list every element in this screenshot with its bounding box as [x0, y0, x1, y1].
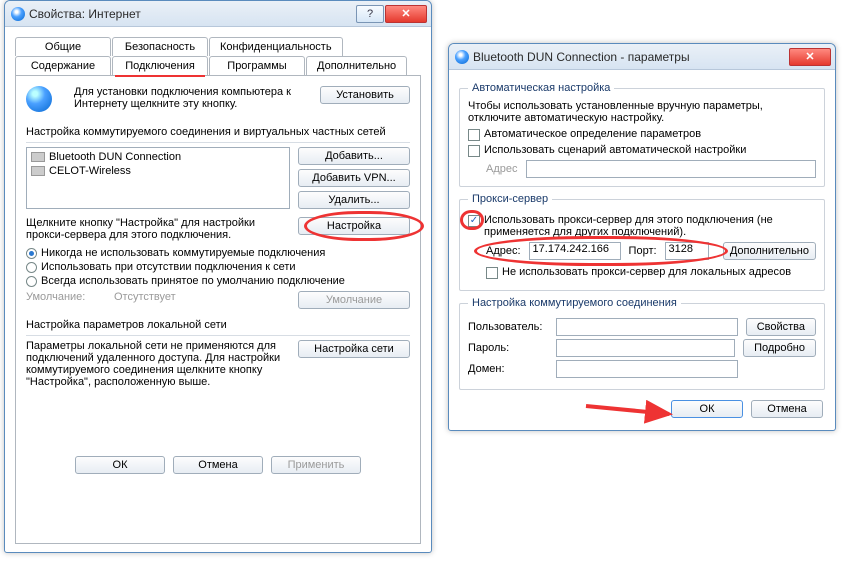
default-label: Умолчание: — [26, 291, 106, 303]
add-button[interactable]: Добавить... — [298, 147, 410, 165]
add-vpn-button[interactable]: Добавить VPN... — [298, 169, 410, 187]
settings-button[interactable]: Настройка — [298, 217, 410, 235]
internet-icon — [11, 7, 25, 21]
titlebar-params: Bluetooth DUN Connection - параметры ✕ — [449, 44, 835, 70]
user-input[interactable] — [556, 318, 738, 336]
tab-security[interactable]: Безопасность — [112, 37, 208, 56]
close-button[interactable]: ✕ — [789, 48, 831, 66]
conn-section-label: Настройка коммутируемого соединения и ви… — [26, 126, 410, 138]
pass-input[interactable] — [556, 339, 735, 357]
tab-programs[interactable]: Программы — [209, 56, 305, 75]
pass-label: Пароль: — [468, 342, 548, 354]
modem-icon — [31, 152, 45, 162]
auto-config-group: Автоматическая настройка Чтобы использов… — [459, 82, 825, 187]
install-text: Для установки подключения компьютера к И… — [74, 86, 312, 110]
cancel-button[interactable]: Отмена — [751, 400, 823, 418]
proxy-port-label: Порт: — [629, 245, 657, 257]
script-addr-label: Адрес — [486, 163, 518, 175]
window-title: Bluetooth DUN Connection - параметры — [473, 50, 789, 64]
list-item[interactable]: CELOT-Wireless — [31, 164, 285, 178]
checkbox-bypass-local[interactable]: Не использовать прокси-сервер для локаль… — [486, 266, 816, 279]
radio-never[interactable]: Никогда не использовать коммутируемые по… — [26, 247, 410, 259]
lan-section-label: Настройка параметров локальной сети — [26, 319, 410, 331]
detail-button[interactable]: Подробно — [743, 339, 816, 357]
internet-icon — [455, 50, 469, 64]
tab-content[interactable]: Содержание — [15, 56, 111, 75]
list-item[interactable]: Bluetooth DUN Connection — [31, 150, 285, 164]
lan-settings-button[interactable]: Настройка сети — [298, 340, 410, 358]
tab-general[interactable]: Общие — [15, 37, 111, 56]
group-legend: Прокси-сервер — [468, 193, 552, 205]
settings-hint: Щелкните кнопку "Настройка" для настройк… — [26, 217, 290, 241]
script-addr-input — [526, 160, 817, 178]
red-arrow-icon — [581, 396, 681, 426]
tab-privacy[interactable]: Конфиденциальность — [209, 37, 343, 56]
radio-always[interactable]: Всегда использовать принятое по умолчани… — [26, 275, 410, 287]
ok-button[interactable]: ОК — [75, 456, 165, 474]
default-value: Отсутствует — [114, 291, 290, 303]
dial-config-group: Настройка коммутируемого соединения Поль… — [459, 297, 825, 390]
apply-button: Применить — [271, 456, 361, 474]
close-button[interactable]: ✕ — [385, 5, 427, 23]
tab-advanced[interactable]: Дополнительно — [306, 56, 407, 75]
default-button: Умолчание — [298, 291, 410, 309]
checkbox-useproxy[interactable]: Использовать прокси-сервер для этого под… — [468, 214, 816, 238]
domain-label: Домен: — [468, 363, 548, 375]
cancel-button[interactable]: Отмена — [173, 456, 263, 474]
proxy-group: Прокси-сервер Использовать прокси-сервер… — [459, 193, 825, 291]
modem-icon — [31, 166, 45, 176]
proxy-addr-input[interactable]: 17.174.242.166 — [529, 242, 621, 260]
ok-button[interactable]: ОК — [671, 400, 743, 418]
group-legend: Настройка коммутируемого соединения — [468, 297, 681, 309]
domain-input[interactable] — [556, 360, 738, 378]
user-label: Пользователь: — [468, 321, 548, 333]
lan-text: Параметры локальной сети не применяются … — [26, 340, 290, 388]
advanced-button[interactable]: Дополнительно — [723, 242, 816, 260]
connections-listbox[interactable]: Bluetooth DUN Connection CELOT-Wireless — [26, 147, 290, 209]
titlebar-props: Свойства: Интернет ? ✕ — [5, 1, 431, 27]
proxy-addr-label: Адрес: — [486, 245, 521, 257]
help-button[interactable]: ? — [356, 5, 384, 23]
install-button[interactable]: Установить — [320, 86, 410, 104]
auto-text: Чтобы использовать установленные вручную… — [468, 100, 816, 124]
checkbox-autodetect[interactable]: Автоматическое определение параметров — [468, 128, 816, 141]
remove-button[interactable]: Удалить... — [298, 191, 410, 209]
globe-icon — [26, 86, 58, 118]
proxy-port-input[interactable]: 3128 — [665, 242, 709, 260]
radio-when-absent[interactable]: Использовать при отсутствии подключения … — [26, 261, 410, 273]
checkbox-script[interactable]: Использовать сценарий автоматической нас… — [468, 144, 816, 157]
tab-connections[interactable]: Подключения — [112, 56, 208, 75]
props-button[interactable]: Свойства — [746, 318, 816, 336]
group-legend: Автоматическая настройка — [468, 82, 614, 94]
window-title: Свойства: Интернет — [29, 7, 356, 21]
